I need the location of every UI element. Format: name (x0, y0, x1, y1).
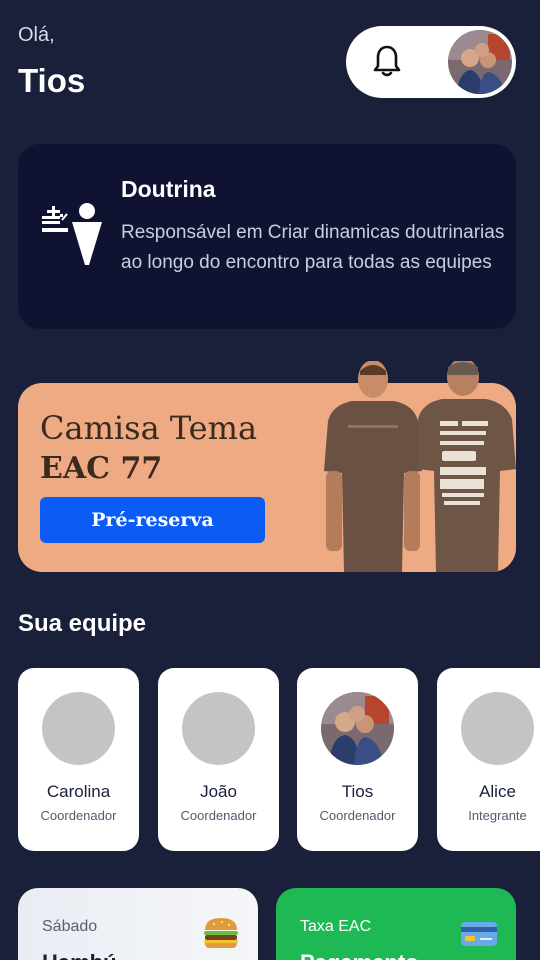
role-title: Doutrina (121, 176, 216, 202)
role-description: Responsável em Criar dinamicas doutrinar… (121, 222, 505, 273)
member-avatar-placeholder (461, 692, 534, 765)
member-role: Coordenador (180, 808, 257, 823)
team-member-card[interactable]: Alice Integrante (437, 668, 540, 851)
credit-card-icon (461, 922, 497, 946)
member-role: Coordenador (40, 808, 117, 823)
fee-card[interactable]: Taxa EAC Pagamento (276, 888, 516, 960)
saturday-value: Hambú... (42, 950, 135, 960)
shirt-banner[interactable]: Camisa Tema EAC 77 Pré-reserva (18, 361, 516, 572)
member-name: Tios (341, 782, 374, 801)
member-name: Carolina (46, 782, 111, 801)
team-member-card[interactable]: Carolina Coordenador (18, 668, 139, 851)
pre-reserve-button[interactable]: Pré-reserva (40, 497, 265, 543)
user-name: Tios (18, 62, 86, 99)
shirt-models-image (324, 361, 516, 572)
member-avatar-placeholder (42, 692, 115, 765)
member-avatar-placeholder (182, 692, 255, 765)
member-avatar-photo (321, 692, 394, 765)
saturday-label: Sábado (42, 918, 98, 935)
role-card[interactable]: Doutrina Responsável em Criar dinamicas … (18, 144, 516, 329)
team-section-title: Sua equipe (18, 610, 147, 637)
team-member-card[interactable]: João Coordenador (158, 668, 279, 851)
member-role: Integrante (468, 808, 527, 823)
fee-value: Pagamento (300, 950, 419, 960)
member-name: Alice (479, 782, 516, 801)
team-list[interactable]: Carolina Coordenador João Coordenador Ti… (18, 668, 540, 852)
banner-subtitle: EAC 77 (40, 451, 163, 486)
bell-icon[interactable] (372, 44, 402, 78)
profile-avatar[interactable] (446, 28, 514, 96)
member-role: Coordenador (319, 808, 396, 823)
home-screen: Olá, Tios Doutrina Responsável em Criar … (0, 0, 540, 960)
greeting-text: Olá, (18, 24, 55, 46)
member-name: João (200, 782, 237, 801)
fee-label: Taxa EAC (300, 918, 372, 935)
saturday-card[interactable]: Sábado Hambú... (18, 888, 258, 960)
header-actions (346, 26, 516, 98)
burger-icon (204, 918, 238, 948)
team-member-card[interactable]: Tios Coordenador (297, 668, 418, 851)
banner-title: Camisa Tema (40, 409, 258, 447)
doctrine-icon (42, 203, 102, 265)
